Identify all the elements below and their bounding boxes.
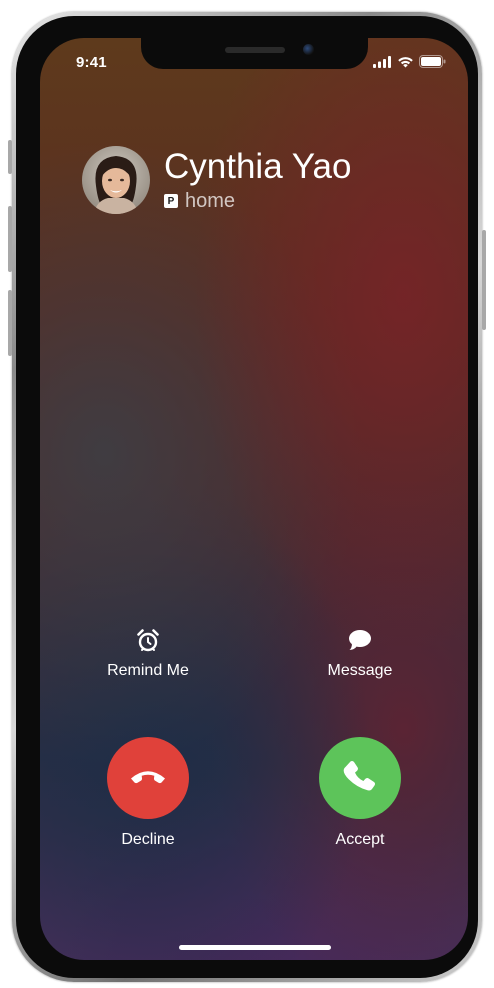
status-icons (373, 55, 446, 73)
phone-hangup-icon (129, 768, 167, 789)
phone-label-badge: P (164, 194, 178, 208)
remind-me-button[interactable]: Remind Me (88, 628, 208, 680)
phone-icon (343, 759, 377, 798)
caller-name: Cynthia Yao (164, 147, 352, 186)
accept-label: Accept (335, 831, 385, 848)
remind-me-label: Remind Me (107, 662, 189, 679)
caller-number-label: home (185, 190, 236, 212)
notch (141, 38, 368, 69)
alarm-clock-icon (136, 628, 160, 652)
speech-bubble-icon (348, 628, 372, 652)
wifi-icon (397, 55, 414, 73)
phone-mockup: 9:41 Cynthia Yao P home Remind Me Messag… (0, 0, 494, 988)
side-power-button (482, 230, 486, 330)
accept-button[interactable] (319, 737, 401, 819)
volume-up-button (8, 206, 12, 272)
status-time: 9:41 (76, 54, 107, 71)
mute-switch (8, 140, 12, 174)
caller-info: Cynthia Yao P home (82, 146, 351, 214)
battery-icon (419, 55, 446, 73)
decline-button[interactable] (107, 737, 189, 819)
home-indicator[interactable] (179, 945, 331, 950)
earpiece-speaker (225, 47, 285, 53)
front-camera (303, 44, 314, 55)
message-button[interactable]: Message (300, 628, 420, 680)
caller-avatar (82, 146, 150, 214)
volume-down-button (8, 290, 12, 356)
decline-label: Decline (121, 831, 175, 848)
message-label: Message (327, 662, 393, 679)
accept-control: Accept (300, 737, 420, 849)
decline-control: Decline (88, 737, 208, 849)
incoming-call-screen: 9:41 Cynthia Yao P home Remind Me Messag… (40, 38, 468, 960)
cellular-signal-icon (373, 55, 392, 73)
